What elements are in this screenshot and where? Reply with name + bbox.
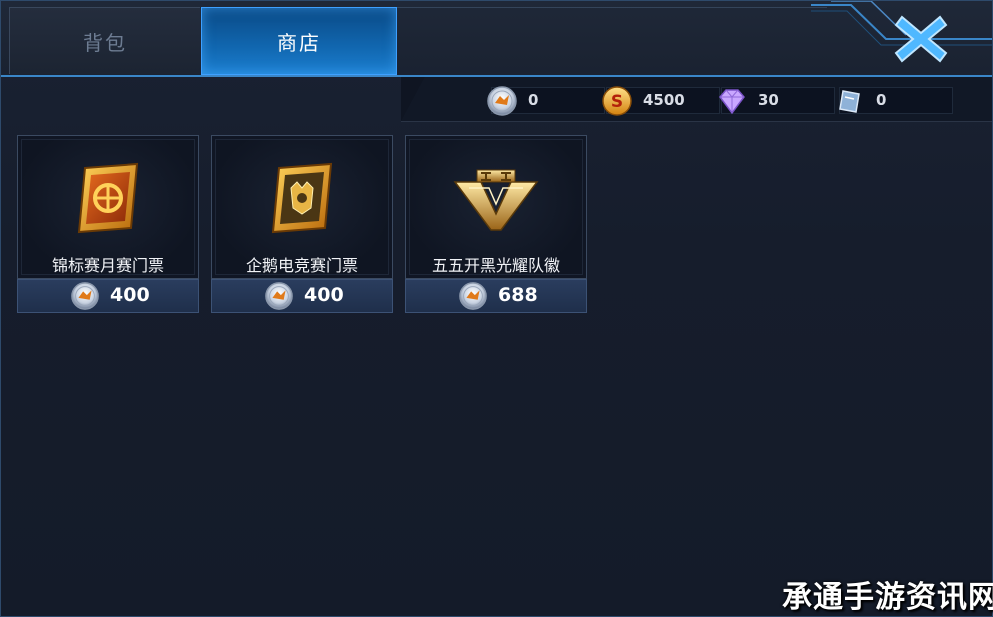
ticket-coin-icon — [264, 281, 294, 311]
item-name: 企鹅电竞赛门票 — [245, 256, 358, 275]
ticket-coin-icon — [458, 281, 488, 311]
price-button[interactable]: 688 — [405, 279, 587, 313]
watermark-text: 承通手游资讯网 — [782, 580, 993, 615]
tournament-ticket-icon — [77, 162, 139, 234]
close-icon — [894, 15, 948, 63]
gold-coin-icon: S — [602, 86, 632, 116]
currency-ticket-coins: 0 — [491, 87, 605, 114]
diamond-icon — [719, 89, 745, 115]
shop-item[interactable]: 企鹅电竞赛门票 400 — [211, 135, 393, 313]
item-price: 400 — [304, 284, 344, 306]
currency-diamond: 30 — [719, 87, 835, 115]
shop-item[interactable]: 五五开黑光耀队徽 688 — [405, 135, 587, 313]
team-badge-icon — [453, 169, 539, 231]
tab-bag-label: 背包 — [83, 30, 127, 55]
currency-bar: 0 S 4500 30 0 — [401, 77, 992, 122]
voucher-card-icon — [839, 90, 860, 113]
svg-text:S: S — [611, 92, 623, 112]
item-name: 锦标赛月赛门票 — [51, 256, 164, 275]
close-button[interactable] — [891, 11, 951, 67]
tab-bag[interactable]: 背包 — [9, 7, 200, 74]
ticket-coin-icon — [486, 85, 518, 117]
item-card[interactable]: 企鹅电竞赛门票 — [211, 135, 393, 279]
tab-shop[interactable]: 商店 — [201, 7, 397, 75]
currency-gold: S 4500 — [602, 86, 720, 116]
item-card[interactable]: 五五开黑光耀队徽 — [405, 135, 587, 279]
header-divider — [397, 7, 827, 74]
tab-shop-label: 商店 — [277, 30, 321, 55]
currency-voucher: 0 — [839, 87, 953, 114]
currency-value: 0 — [876, 91, 887, 109]
currency-value: 30 — [758, 91, 779, 109]
esports-ticket-icon — [271, 162, 333, 234]
item-card[interactable]: 锦标赛月赛门票 — [17, 135, 199, 279]
currency-value: 4500 — [643, 91, 685, 109]
shop-item[interactable]: 锦标赛月赛门票 400 — [17, 135, 199, 313]
price-button[interactable]: 400 — [211, 279, 393, 313]
shop-window: 背包 商店 0 S 4500 30 0 锦标赛月赛门票 400 企鹅电竞赛门票 … — [0, 0, 993, 617]
item-price: 400 — [110, 284, 150, 306]
currency-value: 0 — [528, 91, 539, 109]
ticket-coin-icon — [70, 281, 100, 311]
item-price: 688 — [498, 284, 538, 306]
item-name: 五五开黑光耀队徽 — [431, 256, 560, 275]
price-button[interactable]: 400 — [17, 279, 199, 313]
header-bar: 背包 商店 — [1, 1, 992, 77]
